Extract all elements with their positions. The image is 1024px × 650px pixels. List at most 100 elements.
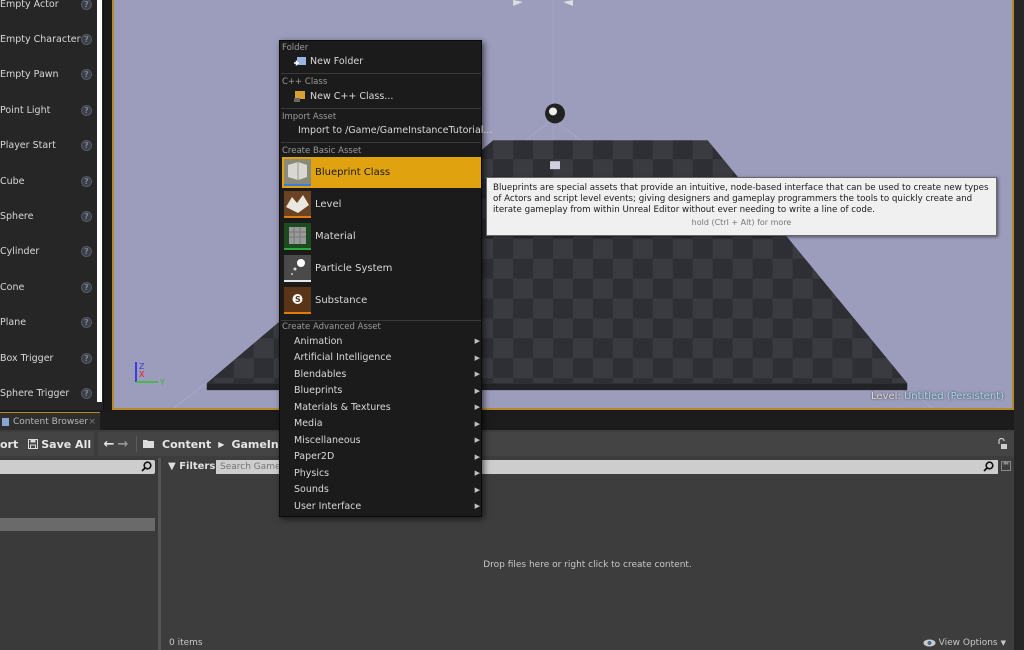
place-actor-item[interactable]: Plane? bbox=[0, 313, 96, 333]
section-cpp-class: C++ Class bbox=[282, 77, 328, 87]
place-actor-item[interactable]: Point Light? bbox=[0, 100, 96, 120]
particle-system-icon bbox=[284, 255, 311, 282]
menu-item-advanced-asset[interactable]: Sounds ▶ bbox=[294, 482, 482, 498]
place-actor-item[interactable]: Box Trigger? bbox=[0, 348, 96, 368]
level-name: Untitled (Persistent) bbox=[903, 391, 1004, 402]
menu-item-advanced-asset[interactable]: Animation ▶ bbox=[294, 333, 482, 349]
axis-gizmo: Z X Y bbox=[135, 362, 165, 387]
place-actor-label: Cylinder bbox=[0, 246, 40, 258]
new-cpp-class-label: New C++ Class... bbox=[310, 91, 394, 102]
submenu-arrow-icon: ▶ bbox=[474, 436, 480, 444]
menu-item-blueprint-class[interactable]: Blueprint Class bbox=[282, 157, 481, 188]
menu-item-advanced-asset[interactable]: Materials & Textures ▶ bbox=[294, 399, 482, 415]
help-icon[interactable]: ? bbox=[81, 175, 92, 187]
back-button[interactable]: ← bbox=[102, 437, 116, 452]
help-icon[interactable]: ? bbox=[81, 352, 92, 364]
content-browser-toolbar: ort Save All bbox=[0, 432, 94, 456]
menu-item-substance[interactable]: S Substance bbox=[282, 285, 481, 316]
filters-label: Filters bbox=[179, 461, 216, 472]
viewport-level-indicator: Level: Untitled (Persistent) bbox=[871, 391, 1004, 402]
import-label: Import to /Game/GameInstanceTutorial... bbox=[298, 125, 493, 136]
menu-item-particle-system[interactable]: Particle System bbox=[282, 253, 481, 284]
submenu-arrow-icon: ▶ bbox=[474, 419, 480, 428]
advanced-asset-label: Miscellaneous bbox=[294, 434, 361, 446]
submenu-arrow-icon: ▶ bbox=[474, 452, 480, 461]
place-actor-item[interactable]: Empty Pawn? bbox=[0, 65, 96, 85]
save-all-button[interactable]: Save All bbox=[28, 438, 91, 451]
help-icon[interactable]: ? bbox=[81, 246, 92, 258]
menu-divider bbox=[281, 108, 481, 109]
help-icon[interactable]: ? bbox=[81, 281, 92, 293]
help-icon[interactable]: ? bbox=[81, 387, 92, 399]
menu-item-advanced-asset[interactable]: Miscellaneous ▶ bbox=[294, 432, 482, 448]
help-icon[interactable]: ? bbox=[81, 33, 92, 45]
toolbar-divider bbox=[136, 436, 137, 452]
place-actor-item[interactable]: Cylinder? bbox=[0, 242, 96, 262]
content-browser-tabbar: Content Browser × bbox=[0, 412, 1014, 430]
cpp-class-icon bbox=[294, 91, 305, 102]
svg-text:S: S bbox=[295, 295, 301, 304]
menu-item-import[interactable]: Import to /Game/GameInstanceTutorial... bbox=[294, 123, 492, 138]
level-label: Level bbox=[315, 199, 342, 210]
place-actor-item[interactable]: Sphere Trigger? bbox=[0, 383, 96, 403]
place-actor-label: Sphere bbox=[0, 210, 34, 222]
forward-button[interactable]: → bbox=[116, 437, 130, 452]
place-actor-item[interactable]: Cube? bbox=[0, 171, 96, 191]
advanced-asset-label: User Interface bbox=[294, 500, 362, 512]
breadcrumb-separator[interactable]: ▶ bbox=[218, 440, 224, 449]
submenu-arrow-icon: ▶ bbox=[474, 386, 480, 395]
help-icon[interactable]: ? bbox=[81, 140, 92, 152]
help-icon[interactable]: ? bbox=[81, 317, 92, 329]
help-icon[interactable]: ? bbox=[81, 210, 92, 222]
chevron-down-icon: ▼ bbox=[1000, 639, 1006, 647]
menu-item-advanced-asset[interactable]: Physics ▶ bbox=[294, 465, 482, 481]
place-panel-scrollbar[interactable] bbox=[97, 0, 102, 402]
place-actor-label: Cone bbox=[0, 281, 25, 293]
place-actor-item[interactable]: Empty Actor? bbox=[0, 0, 96, 14]
menu-item-advanced-asset[interactable]: Blendables ▶ bbox=[294, 366, 482, 382]
help-icon[interactable]: ? bbox=[81, 0, 92, 10]
place-actor-label: Point Light bbox=[0, 104, 51, 116]
blueprint-tooltip: Blueprints are special assets that provi… bbox=[486, 177, 997, 236]
place-actor-item[interactable]: Sphere? bbox=[0, 206, 96, 226]
breadcrumb-content[interactable]: Content bbox=[162, 438, 211, 451]
menu-item-advanced-asset[interactable]: User Interface ▶ bbox=[294, 498, 482, 514]
selected-folder-row[interactable] bbox=[0, 518, 155, 531]
place-actor-label: Empty Pawn bbox=[0, 69, 59, 81]
sources-search-input[interactable] bbox=[0, 460, 155, 474]
menu-item-new-cpp-class[interactable]: New C++ Class... bbox=[294, 89, 480, 104]
empty-content-message: Drop files here or right click to create… bbox=[483, 560, 692, 570]
content-browser-icon bbox=[2, 417, 9, 426]
view-options-label: View Options bbox=[938, 638, 998, 648]
substance-icon: S bbox=[284, 287, 311, 314]
close-icon[interactable]: × bbox=[88, 417, 96, 427]
place-actor-label: Plane bbox=[0, 317, 27, 329]
menu-divider bbox=[281, 320, 481, 321]
import-button[interactable]: ort bbox=[0, 438, 18, 451]
menu-item-new-folder[interactable]: New Folder bbox=[294, 54, 480, 69]
menu-item-advanced-asset[interactable]: Artificial Intelligence ▶ bbox=[294, 350, 482, 366]
substance-label: Substance bbox=[315, 295, 368, 306]
menu-item-level[interactable]: Level bbox=[282, 189, 481, 220]
particle-system-label: Particle System bbox=[315, 263, 393, 274]
item-count: 0 items bbox=[169, 638, 203, 648]
advanced-asset-label: Sounds bbox=[294, 484, 329, 495]
unlock-icon[interactable] bbox=[996, 438, 1008, 450]
menu-item-advanced-asset[interactable]: Paper2D ▶ bbox=[294, 449, 482, 465]
blueprint-class-icon bbox=[284, 159, 311, 186]
place-actor-item[interactable]: Player Start? bbox=[0, 136, 96, 156]
help-icon[interactable]: ? bbox=[81, 104, 92, 116]
tab-content-browser[interactable]: Content Browser × bbox=[0, 412, 100, 430]
place-actor-item[interactable]: Cone? bbox=[0, 277, 96, 297]
menu-item-advanced-asset[interactable]: Media ▶ bbox=[294, 416, 482, 432]
menu-item-material[interactable]: Material bbox=[282, 221, 481, 252]
place-actor-label: Box Trigger bbox=[0, 352, 54, 364]
place-actor-label: Sphere Trigger bbox=[0, 387, 70, 399]
view-options-button[interactable]: View Options ▼ bbox=[923, 638, 1006, 648]
help-icon[interactable]: ? bbox=[81, 69, 92, 81]
place-actor-item[interactable]: Empty Character? bbox=[0, 29, 96, 49]
save-search-icon[interactable] bbox=[1001, 461, 1011, 471]
menu-item-advanced-asset[interactable]: Blueprints ▶ bbox=[294, 383, 482, 399]
material-label: Material bbox=[315, 231, 356, 242]
folder-icon bbox=[143, 440, 154, 448]
